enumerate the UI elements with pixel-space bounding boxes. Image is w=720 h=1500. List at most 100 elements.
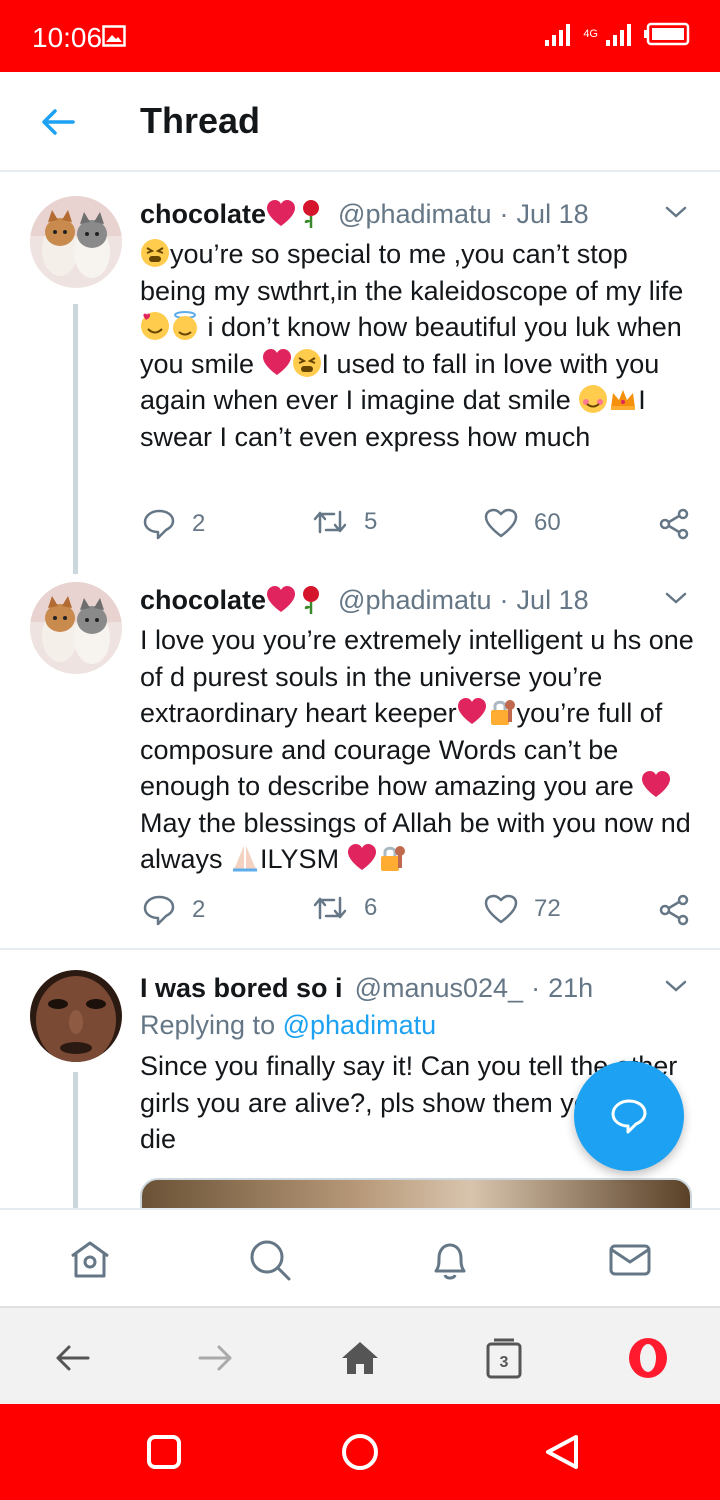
signal-icon: [545, 24, 571, 46]
compose-reply-button[interactable]: [574, 1061, 684, 1171]
lock-with-key-icon: [380, 846, 405, 871]
browser-back-button[interactable]: [50, 1336, 94, 1380]
retweet-button[interactable]: 5: [312, 508, 377, 536]
tweet-header: chocolate @phadimatu · Jul 18: [140, 582, 690, 618]
tab-home[interactable]: [68, 1238, 112, 1282]
heart-icon: [484, 508, 518, 538]
crown-icon: [611, 390, 636, 410]
arrow-right-icon: [198, 1345, 232, 1371]
browser-forward-button[interactable]: [194, 1336, 238, 1380]
red-heart-icon: [267, 586, 296, 612]
red-heart-icon: [262, 348, 291, 375]
tweet-header: chocolate @phadimatu · Jul 18: [140, 196, 690, 232]
tired-face-emoji-icon: [292, 348, 321, 377]
tweet-media-image[interactable]: [140, 1178, 692, 1208]
author-name[interactable]: chocolate: [140, 585, 266, 616]
network-type: 4G: [583, 27, 598, 40]
share-icon: [659, 894, 689, 926]
red-heart-icon: [457, 698, 486, 724]
browser-toolbar: 3: [0, 1306, 720, 1404]
separator-dot: ·: [499, 198, 509, 229]
tweet-actions: 2 5 60: [140, 508, 700, 548]
avatar[interactable]: [30, 582, 122, 674]
tweet-1[interactable]: chocolate @phadimatu · Jul 18 you’re so …: [0, 196, 720, 574]
reply-icon: [143, 895, 175, 926]
back-nav-button[interactable]: [542, 1432, 582, 1472]
recent-apps-button[interactable]: [144, 1432, 184, 1472]
browser-tabs-button[interactable]: 3: [482, 1336, 526, 1380]
arrow-left-icon: [42, 109, 75, 135]
chevron-down-icon[interactable]: [664, 204, 688, 220]
kittens-avatar-image: [30, 196, 122, 288]
retweet-count: 6: [364, 894, 378, 921]
bell-icon: [434, 1243, 466, 1280]
avatar[interactable]: [30, 970, 122, 1062]
arrow-left-icon: [56, 1345, 90, 1371]
tweet-date[interactable]: Jul 18: [517, 199, 589, 230]
tweet-divider: [0, 948, 720, 950]
author-name[interactable]: chocolate: [140, 199, 266, 230]
thread-list[interactable]: chocolate @phadimatu · Jul 18 you’re so …: [0, 174, 720, 1208]
tab-notifications[interactable]: [428, 1238, 472, 1282]
author-handle[interactable]: @phadimatu: [338, 585, 492, 616]
triangle-back-icon: [546, 1435, 578, 1469]
rose-icon: [303, 200, 320, 228]
replying-to-handle[interactable]: @phadimatu: [283, 1010, 437, 1040]
replying-to: Replying to @phadimatu: [140, 1010, 436, 1041]
separator-dot: ·: [499, 584, 509, 615]
signal-indicators: 4G: [545, 22, 690, 46]
page-title: Thread: [140, 100, 261, 141]
retweet-button[interactable]: 6: [312, 894, 377, 922]
tired-face-emoji-icon: [141, 239, 169, 267]
tabs-icon: 3: [486, 1338, 522, 1379]
smiling-face-with-hearts-icon: [141, 312, 169, 340]
home-icon: [71, 1241, 109, 1278]
home-nav-button[interactable]: [340, 1432, 380, 1472]
retweet-count: 5: [364, 508, 378, 535]
status-bar: 10:06 4G: [0, 0, 720, 72]
chevron-down-icon[interactable]: [664, 590, 688, 606]
reply-count: 2: [192, 510, 206, 537]
heart-icon: [484, 894, 518, 924]
like-count: 72: [534, 895, 561, 922]
tweet-date[interactable]: 21h: [548, 973, 593, 1004]
home-icon: [342, 1342, 378, 1374]
signal-icon-2: [606, 24, 631, 46]
share-button[interactable]: [658, 508, 690, 540]
tab-search[interactable]: [248, 1238, 292, 1282]
smiling-face-with-halo-icon: [173, 311, 197, 340]
back-button[interactable]: [38, 102, 78, 142]
like-button[interactable]: 72: [484, 894, 561, 924]
like-button[interactable]: 60: [484, 508, 561, 538]
tweet-date[interactable]: Jul 18: [517, 585, 589, 616]
tweet-text: I love you you’re extremely intelligent …: [140, 622, 700, 878]
tweet-text: you’re so special to me ,you can’t stop …: [140, 236, 700, 455]
kittens-avatar-image: [30, 582, 122, 674]
lock-with-key-icon: [490, 700, 515, 725]
replying-to-label: Replying to: [140, 1010, 276, 1040]
tweet-2[interactable]: chocolate @phadimatu · Jul 18 I love you…: [0, 582, 720, 942]
reply-button[interactable]: 2: [142, 508, 205, 540]
author-name[interactable]: I was bored so i: [140, 973, 343, 1004]
tweet-text-part: you’re so special to me ,you can’t stop …: [140, 239, 684, 306]
thread-connector-line: [73, 1072, 78, 1208]
browser-home-button[interactable]: [338, 1336, 382, 1380]
circle-icon: [342, 1434, 378, 1470]
share-button[interactable]: [658, 894, 690, 926]
square-icon: [147, 1435, 181, 1469]
tweet-actions: 2 6 72: [140, 894, 700, 934]
tweet-header: I was bored so i @manus024_ · 21h: [140, 970, 690, 1006]
author-handle[interactable]: @phadimatu: [338, 199, 492, 230]
author-handle[interactable]: @manus024_: [355, 973, 524, 1004]
red-heart-icon: [267, 200, 296, 226]
tab-messages[interactable]: [608, 1238, 652, 1282]
avatar[interactable]: [30, 196, 122, 288]
opera-menu-button[interactable]: [626, 1336, 670, 1380]
thread-connector-line: [73, 304, 78, 574]
system-nav-bar: [0, 1404, 720, 1500]
share-icon: [659, 508, 689, 540]
reply-button[interactable]: 2: [142, 894, 205, 926]
battery-icon: [644, 22, 690, 46]
chevron-down-icon[interactable]: [664, 978, 688, 994]
rose-icon: [303, 586, 320, 614]
